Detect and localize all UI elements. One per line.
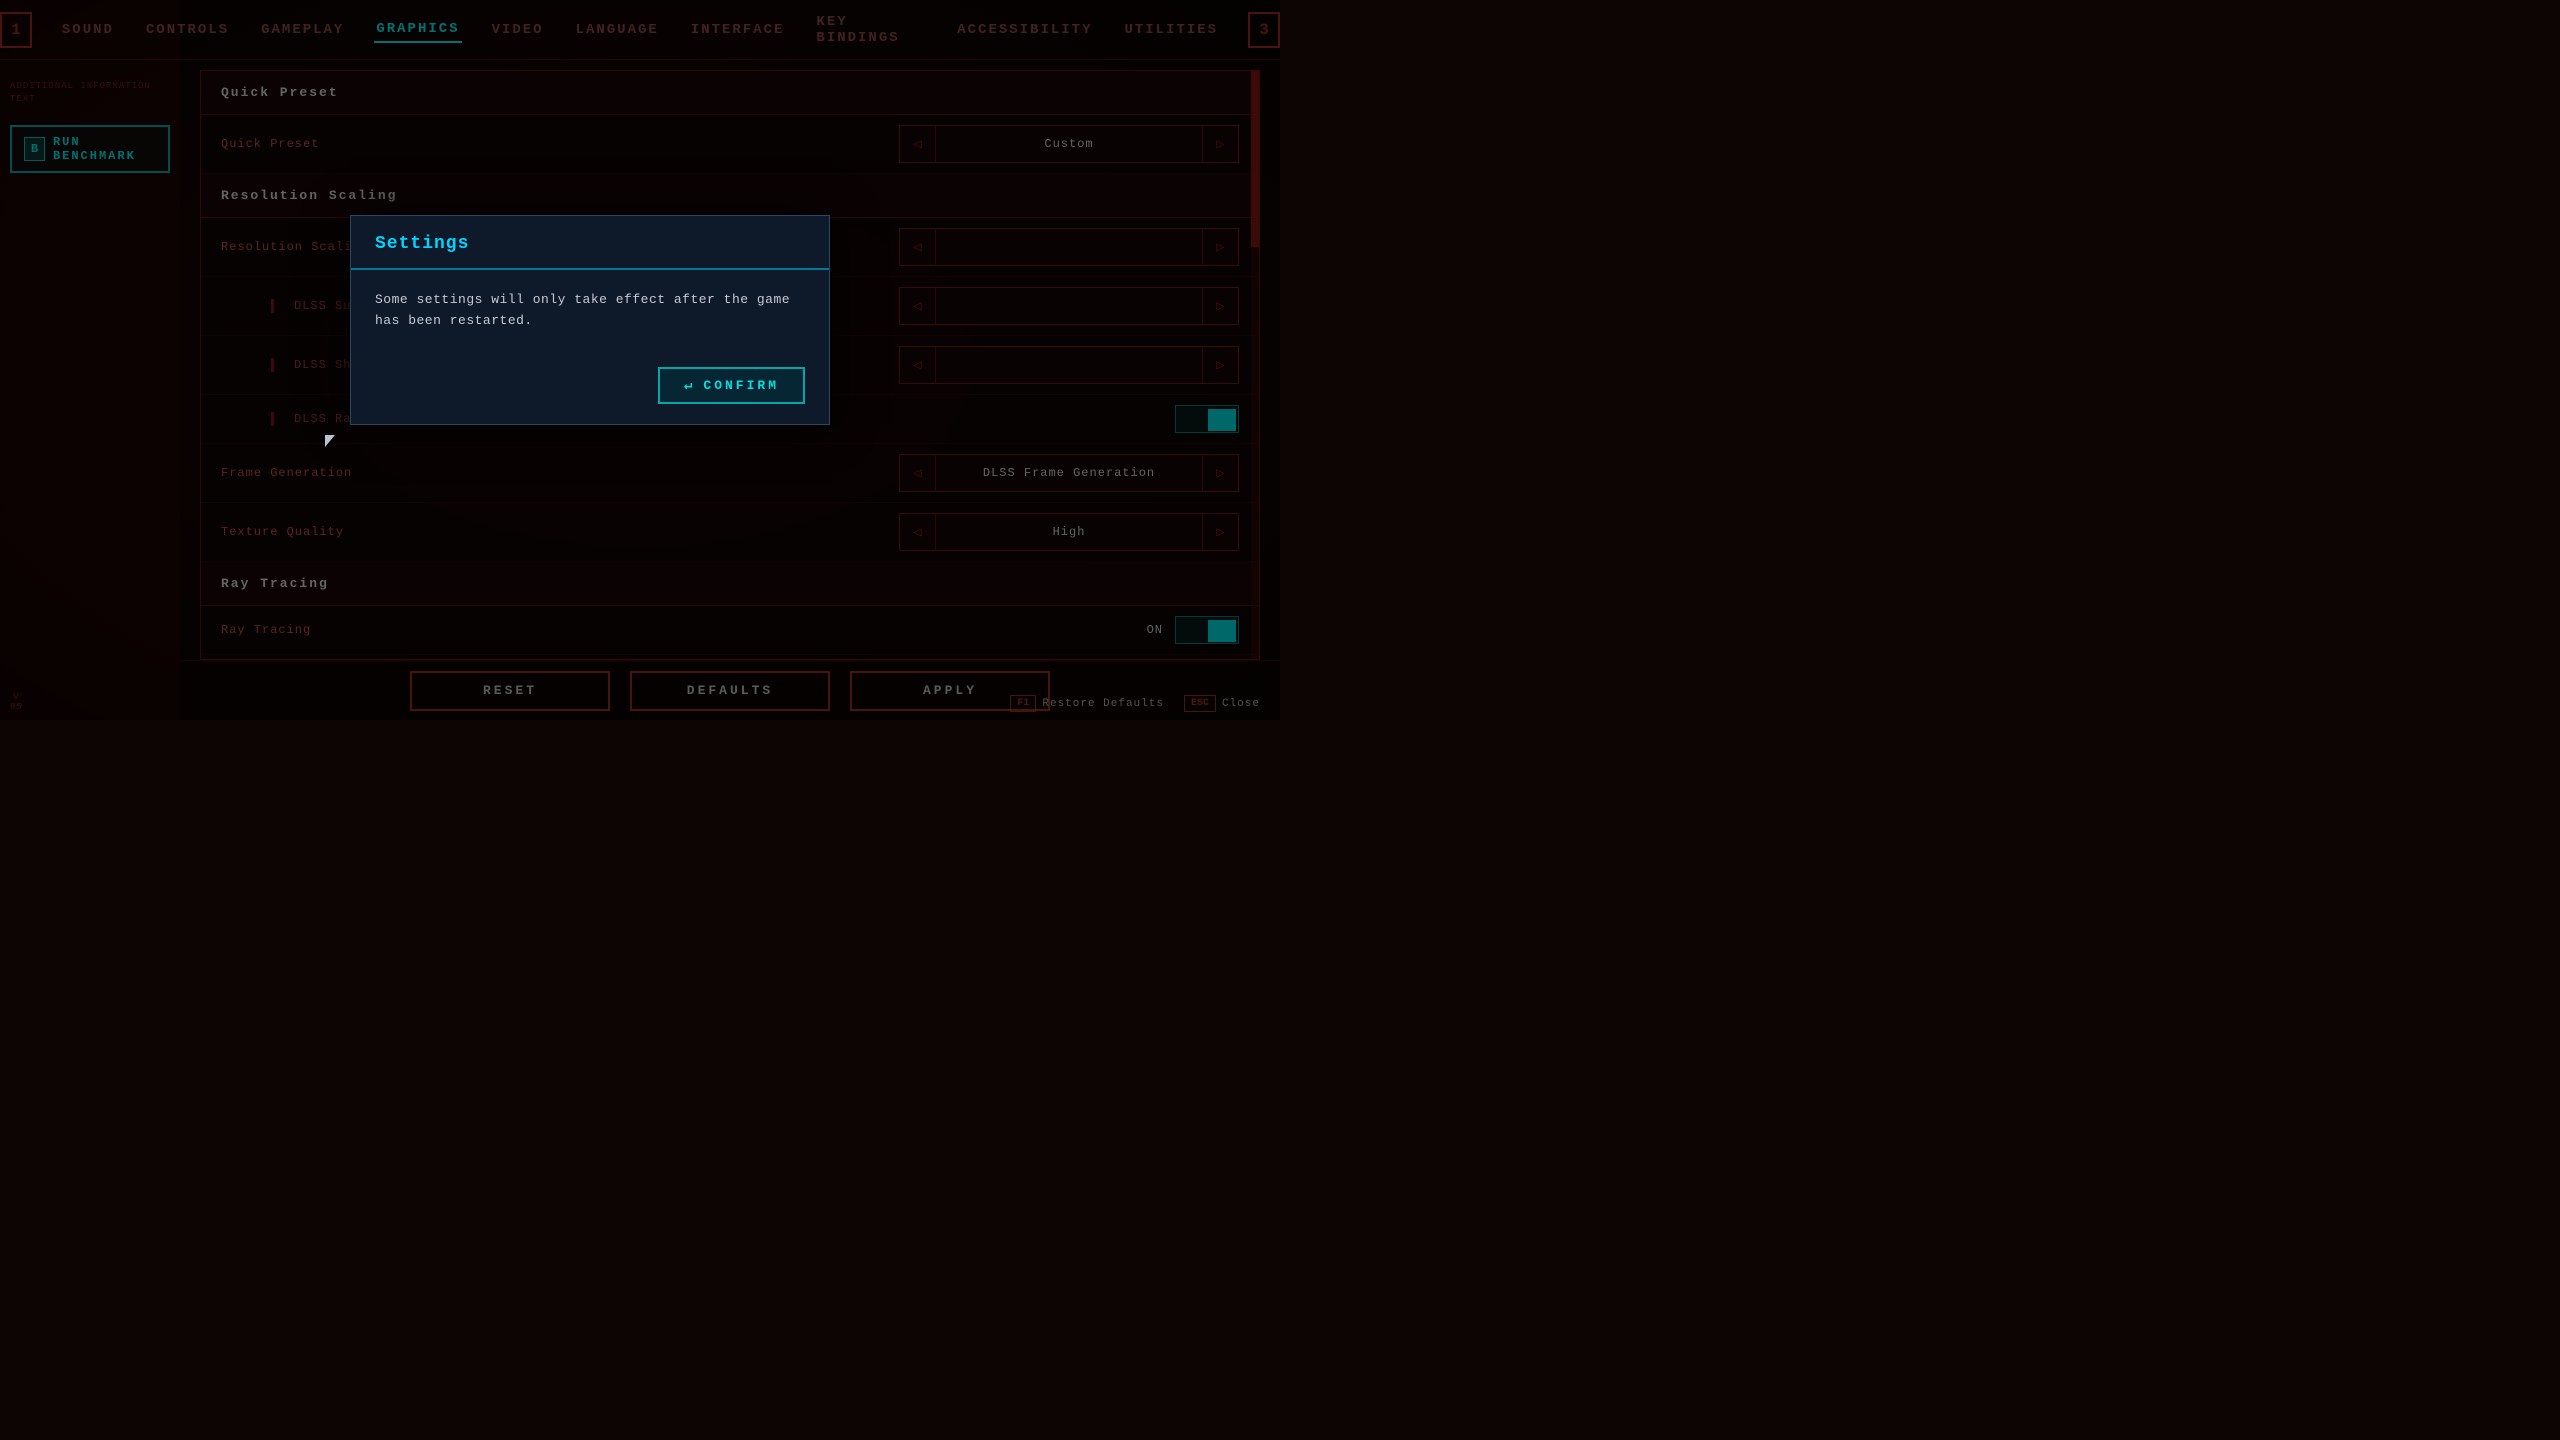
modal-body: Some settings will only take effect afte… — [351, 270, 829, 356]
confirm-button[interactable]: ↵ CONFIRM — [658, 367, 805, 404]
modal-overlay: Settings Some settings will only take ef… — [0, 0, 1280, 720]
modal-header: Settings — [351, 216, 829, 270]
modal-title: Settings — [375, 234, 469, 254]
settings-modal: Settings Some settings will only take ef… — [350, 215, 830, 426]
confirm-label: CONFIRM — [703, 378, 779, 393]
confirm-icon: ↵ — [684, 377, 695, 394]
modal-footer: ↵ CONFIRM — [351, 355, 829, 424]
modal-body-text: Some settings will only take effect afte… — [375, 290, 805, 332]
